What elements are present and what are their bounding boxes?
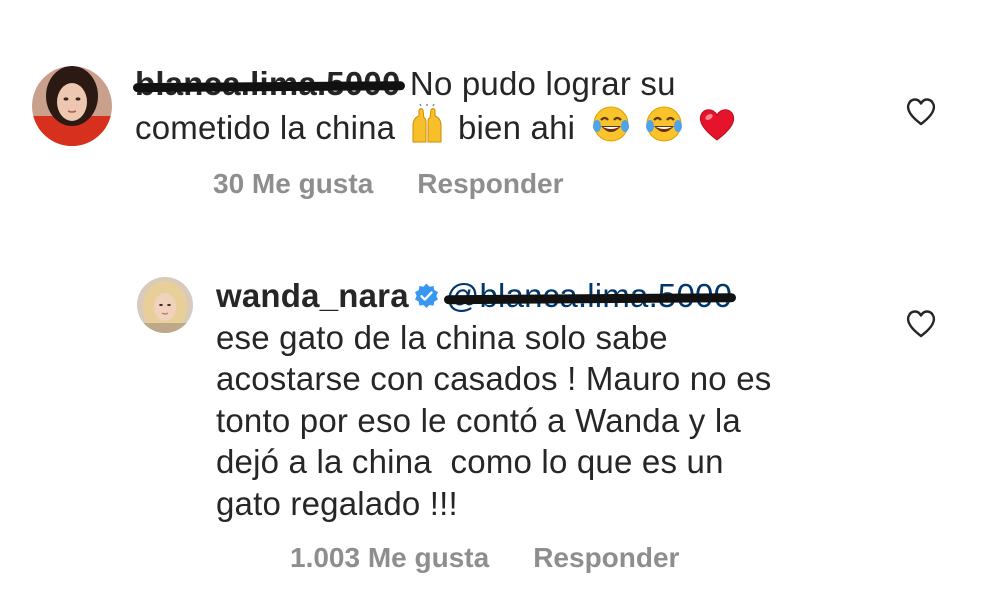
raising-hands-icon [407, 104, 447, 144]
comment-2-line2: acostarse con casados ! Mauro no es [216, 360, 772, 397]
like-heart-icon[interactable] [905, 96, 937, 126]
comment-1-line2-a: cometido la china [135, 109, 396, 146]
verified-badge-icon [413, 283, 440, 310]
redacted-mention[interactable]: @blanca.lima.5000 [443, 275, 737, 317]
avatar[interactable] [137, 277, 193, 333]
comment-2-line3: tonto por eso le contó a Wanda y la [216, 401, 741, 439]
redaction-scribble [443, 292, 737, 304]
comment-2-text: wanda_nara @blanca.lima.5000 ese gato de… [216, 275, 896, 524]
comment-1-line1: No pudo lograr su [409, 65, 676, 102]
comment-2-line4: dejó a la china como lo que es un [216, 443, 724, 480]
avatar[interactable] [32, 66, 112, 146]
likes-count[interactable]: 1.003 Me gusta [290, 542, 489, 574]
like-heart-icon[interactable] [905, 308, 937, 338]
comment-2-line5: gato regalado !!! [216, 484, 458, 522]
tears-of-joy-icon [644, 104, 684, 144]
red-heart-icon [697, 104, 737, 144]
comment-2-line1: ese gato de la china solo sabe [216, 318, 668, 356]
reply-button[interactable]: Responder [417, 168, 563, 200]
redaction-scribble [132, 80, 405, 92]
likes-count[interactable]: 30 Me gusta [213, 168, 373, 200]
comment-2-meta: 1.003 Me gusta Responder [290, 542, 679, 574]
comment-1-text: blanca.lima.5000 No pudo lograr su comet… [132, 63, 855, 148]
redacted-username[interactable]: blanca.lima.5000 [132, 63, 405, 104]
reply-button[interactable]: Responder [533, 542, 679, 574]
username[interactable]: wanda_nara [216, 275, 409, 317]
comment-1-meta: 30 Me gusta Responder [213, 168, 564, 200]
comment-1-line2-b: bien ahi [457, 109, 576, 146]
tears-of-joy-icon [591, 104, 631, 144]
